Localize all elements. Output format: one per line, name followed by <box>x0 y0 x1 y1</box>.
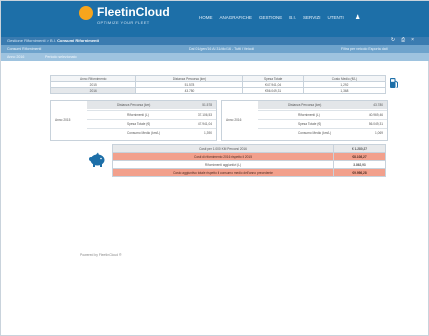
subbar-title: Consumi Rifornimenti <box>7 47 42 51</box>
summary-cell: 43.780 <box>135 87 244 94</box>
nav-home[interactable]: HOME <box>199 15 213 20</box>
infobar-period: Periodo selezionato <box>45 55 77 59</box>
subbar-period: Dal 01/gen/16 Al 31/dic/16 - Tutti i Vei… <box>189 47 255 51</box>
info-bar: Anno 2016 Periodo selezionato <box>1 53 429 61</box>
breadcrumb-path[interactable]: Gestione Rifornimenti > B.I. <box>7 38 56 43</box>
logo-subtitle: OPTIMIZE YOUR FLEET <box>97 20 150 25</box>
summary-table: Anno Rifornimento Distanza Percorsa (km)… <box>49 75 387 94</box>
piggy-bank-icon <box>89 152 105 167</box>
compare-left-header: Distanza Percorsa (km) <box>117 103 151 107</box>
footer-note[interactable]: Powered by FleetInCloud ® <box>80 253 122 257</box>
cost-table-header: Costi per 1.000 KM Percorsi 2016 € 1.280… <box>112 144 386 153</box>
table-row: Costo aggiuntivo totale rispetto il cons… <box>112 168 386 177</box>
nav-utenti[interactable]: UTENTI <box>327 15 343 20</box>
list-item: Consumo Medio (km/L) 1,069 <box>258 128 387 136</box>
list-item: Spesa Totale (€) 56.049,31 <box>258 119 387 127</box>
table-row: Rifornimenti aggiuntivi (L) 3.862,93 <box>112 160 386 169</box>
nav-gestione[interactable]: GESTIONE <box>259 15 282 20</box>
compare-panel-right: Distanza Percorsa (km) 43.780 Anno 2016 … <box>221 100 388 141</box>
list-item: Rifornimenti (L) 37.106,53 <box>87 110 216 118</box>
app-window: FleetinCloud OPTIMIZE YOUR FLEET HOME AN… <box>0 0 429 336</box>
summary-cell: €56.049,31 <box>242 87 304 94</box>
list-item: Spesa Totale (€) 47.941,04 <box>87 119 216 127</box>
infobar-year: Anno 2016 <box>7 55 25 59</box>
logo-text: FleetinCloud <box>97 5 170 19</box>
nav-anagrafiche[interactable]: ANAGRAFICHE <box>220 15 253 20</box>
nav-servizi[interactable]: SERVIZI <box>303 15 320 20</box>
logo-mark-icon <box>79 6 93 20</box>
compare-left-header-value: 51.578 <box>202 103 212 107</box>
fuel-pump-icon <box>390 78 398 88</box>
list-item: Rifornimenti (L) 40.969,46 <box>258 110 387 118</box>
compare-panel-left: Distanza Percorsa (km) 51.578 Anno 2015 … <box>50 100 217 141</box>
subbar-actions[interactable]: Filtra per veicolo Esporta dati <box>341 47 388 51</box>
compare-right-label: Anno 2016 <box>226 118 242 122</box>
refresh-icon[interactable]: ↻ <box>391 37 401 43</box>
summary-cell: 1,368 <box>302 87 387 94</box>
list-item: Consumo Medio (km/L) 1,390 <box>87 128 216 136</box>
breadcrumb: Gestione Rifornimenti > B.I. Consumi Rif… <box>1 37 429 45</box>
top-navbar: FleetinCloud OPTIMIZE YOUR FLEET HOME AN… <box>1 1 429 37</box>
user-icon[interactable]: ♟ <box>355 14 360 21</box>
compare-left-label: Anno 2015 <box>55 118 71 122</box>
print-icon[interactable]: ⎙ <box>401 37 411 43</box>
cost-table: Costi per 1.000 KM Percorsi 2016 € 1.280… <box>112 144 386 177</box>
compare-right-header-value: 43.780 <box>373 103 383 107</box>
nav-bi[interactable]: B.I. <box>289 15 296 20</box>
table-row[interactable]: 2016 43.780 €56.049,31 1,368 <box>49 87 387 94</box>
cost-header-label: Costi per 1.000 KM Percorsi 2016 <box>112 144 334 153</box>
close-icon[interactable]: × <box>411 37 420 43</box>
breadcrumb-actions: ↻⎙× <box>391 37 420 43</box>
breadcrumb-current: Consumi Rifornimenti <box>57 38 99 43</box>
cost-header-value: € 1.280,27 <box>333 144 386 153</box>
summary-cell: 2016 <box>49 87 137 94</box>
table-row: Costi di rifornimento 2016 rispetto il 2… <box>112 152 386 161</box>
compare-right-header: Distanza Percorsa (km) <box>288 103 322 107</box>
filter-bar: Consumi Rifornimenti Dal 01/gen/16 Al 31… <box>1 45 429 53</box>
main-nav: HOME ANAGRAFICHE GESTIONE B.I. SERVIZI U… <box>199 15 344 20</box>
